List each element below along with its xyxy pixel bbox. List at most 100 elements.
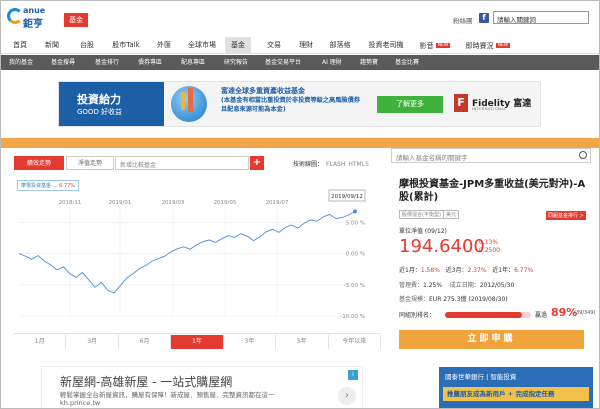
ad-left-title: 新屋網-高雄新屋 - 一站式購屋網 bbox=[60, 375, 233, 389]
main-nav-item[interactable]: 首頁 bbox=[9, 37, 31, 54]
banner-ad[interactable]: 投資給力 GOOD 好收益 富達全球多重資產收益基金 (本基金有相當比重投資於非… bbox=[58, 81, 541, 127]
sub-nav-item[interactable]: 趨勢寶 bbox=[360, 55, 378, 70]
range-option[interactable]: 5年 bbox=[276, 335, 329, 349]
currency-badge[interactable]: 美元 bbox=[443, 210, 460, 219]
anue-logo[interactable]: anue 鉅亨 bbox=[7, 6, 59, 30]
fee-value: 1.25% bbox=[423, 282, 443, 289]
main-nav-label: 台股 bbox=[80, 41, 94, 49]
buy-now-button[interactable]: 立即申購 bbox=[399, 330, 584, 349]
tab-nav-trend[interactable]: 淨值走勢 bbox=[66, 156, 114, 170]
globe-icon bbox=[171, 86, 207, 122]
main-nav-label: 投資老司機 bbox=[368, 41, 404, 49]
orange-divider bbox=[1, 138, 599, 148]
search-icon[interactable] bbox=[579, 151, 587, 159]
main-nav-item[interactable]: 基金 bbox=[225, 37, 251, 54]
x-tick-label: 2019/01 bbox=[109, 200, 132, 206]
tab-performance[interactable]: 績效走勢 bbox=[14, 156, 64, 170]
bottom-ad-right[interactable]: 國泰世華銀行 | 智能投資 推薦朋友成為新用戶 + 完成指定任務 bbox=[439, 367, 593, 408]
range-option[interactable]: 3月 bbox=[66, 335, 119, 349]
nav-label: 單位淨值 (09/12) bbox=[399, 228, 447, 235]
inception-label: 成立日期： bbox=[449, 282, 480, 289]
sub-nav-item[interactable]: 基金交易平台 bbox=[265, 55, 301, 70]
y-tick-label: 0.00 % bbox=[346, 252, 365, 258]
main-nav-item[interactable]: 全球市場 bbox=[184, 37, 220, 54]
range-option[interactable]: 1月 bbox=[14, 335, 67, 349]
main-nav-label: 理財 bbox=[299, 41, 313, 49]
main-nav-label: 首頁 bbox=[13, 41, 27, 49]
range-option[interactable]: 1年 bbox=[171, 335, 224, 349]
sub-nav-item[interactable]: 研究報告 bbox=[224, 55, 248, 70]
ad-arrow-icon[interactable]: › bbox=[338, 387, 356, 405]
sub-nav-item[interactable]: 我的基金 bbox=[9, 55, 33, 70]
banner-left-title: 投資給力 bbox=[77, 93, 121, 106]
main-nav-item[interactable]: 理財 bbox=[293, 37, 319, 54]
series-line bbox=[18, 211, 356, 294]
sub-nav-item[interactable]: 配息專區 bbox=[181, 55, 205, 70]
peer-ranking-link[interactable]: 同組基金排行 > bbox=[546, 211, 586, 220]
fans-label[interactable]: 粉絲團 bbox=[453, 15, 473, 25]
new-badge: NEW bbox=[435, 43, 451, 48]
ret-3m-label: 近3月： bbox=[445, 267, 468, 274]
y-tick-label: -10.00 % bbox=[340, 314, 365, 320]
nav-change: 0.13% 0.2500 bbox=[479, 239, 500, 255]
range-option[interactable]: 今年以來 bbox=[329, 335, 381, 349]
main-nav-label: 即時賽況 bbox=[465, 42, 494, 50]
main-nav-label: 全球市場 bbox=[188, 41, 216, 49]
compare-fund-input[interactable]: 新增比較基金 bbox=[115, 156, 249, 170]
banner-body: (本基金有相當比重投資於非投資等級之高風險債券且配息來源可能為本金) bbox=[221, 97, 360, 113]
fund-type-badge[interactable]: 股債混合(平衡型) bbox=[399, 210, 444, 219]
x-tick-label: 2019/07 bbox=[266, 200, 289, 206]
fund-size-row: 基金規模：EUR 275.3億 (2019/08/30) bbox=[399, 294, 508, 303]
sub-nav-item[interactable]: 債券專區 bbox=[138, 55, 162, 70]
add-compare-button[interactable]: + bbox=[250, 156, 264, 170]
tech-flash-option[interactable]: FLASH bbox=[326, 161, 345, 168]
fund-search-input[interactable]: 請輸入基金名稱的關鍵字 bbox=[391, 148, 591, 163]
ad-left-sub: 輕鬆掌握全台新屋資訊，購屋有保障！新成屋．預售屋．完整資訊都在這一 kh.pri… bbox=[60, 391, 275, 407]
sub-nav: 我的基金 基金搜尋 基金排行 債券專區 配息專區 研究報告 基金交易平台 AI 理財 趨勢寶 基金… bbox=[1, 55, 599, 70]
main-nav-label: 交易 bbox=[267, 41, 281, 49]
fund-info-panel: 摩根投資基金-JPM多重收益(美元對沖)-A股(累計) 股債混合(平衡型) 美元… bbox=[391, 166, 596, 356]
keyword-search-input[interactable]: 請輸入關鍵詞 bbox=[493, 11, 589, 24]
fee-date-row: 管理費：1.25% 成立日期：2012/05/30 bbox=[399, 280, 514, 289]
building-shape bbox=[188, 88, 193, 112]
main-nav-item[interactable]: 部落格 bbox=[324, 37, 356, 54]
nav-change-pct: 0.13% bbox=[479, 239, 499, 246]
main-nav-item[interactable]: 新聞 bbox=[38, 37, 66, 54]
new-badge: NEW bbox=[495, 43, 511, 48]
banner-cta-button[interactable]: 了解更多 bbox=[377, 96, 443, 113]
main-nav-item[interactable]: 投資老司機 bbox=[363, 37, 409, 54]
ret-1m-value: 1.58% bbox=[420, 267, 440, 274]
fund-size-label: 基金規模： bbox=[399, 296, 430, 303]
sub-nav-item[interactable]: AI 理財 bbox=[322, 55, 342, 70]
bottom-ad-left[interactable]: 新屋網-高雄新屋 - 一站式購屋網 輕鬆掌握全台新屋資訊，購屋有保障！新成屋．預… bbox=[41, 366, 363, 408]
main-nav-item[interactable]: 交易 bbox=[261, 37, 287, 54]
range-option[interactable]: 3年 bbox=[224, 335, 277, 349]
banner-left-block: 投資給力 GOOD 好收益 bbox=[59, 82, 164, 126]
main-nav-item[interactable]: 台股 bbox=[73, 37, 101, 54]
range-option[interactable]: 6月 bbox=[119, 335, 172, 349]
fidelity-brand-sub: INTERNATIONAL bbox=[472, 107, 507, 111]
logo-arc-icon bbox=[7, 8, 23, 24]
sub-nav-item[interactable]: 基金排行 bbox=[95, 55, 119, 70]
tooltip-label: 2019/09/12 bbox=[331, 194, 363, 200]
performance-chart[interactable]: 2018/11 2019/01 2019/03 2019/05 2019/07 5.00 … bbox=[15, 188, 381, 328]
tech-chart-switch: 技術線圖： FLASH HTML5 bbox=[293, 159, 369, 168]
section-tag[interactable]: 基金 bbox=[64, 13, 88, 27]
top-header: anue 鉅亨 基金 粉絲團 f 請輸入關鍵詞 bbox=[1, 1, 599, 35]
chart-panel: 績效走勢 淨值走勢 新增比較基金 + 技術線圖： FLASH HTML5 摩根投資基… bbox=[9, 148, 387, 351]
returns-row: 近1月：1.58% 近3月：2.37% 近1年：6.77% bbox=[399, 265, 533, 274]
rank-count: (39/349) bbox=[574, 310, 596, 316]
sub-nav-item[interactable]: 基金搜尋 bbox=[51, 55, 75, 70]
rank-label: 同組別排名： bbox=[399, 312, 436, 319]
ad-info-icon[interactable]: i bbox=[348, 370, 358, 380]
main-nav-item[interactable]: 影音 NEW bbox=[415, 37, 455, 54]
banner-headline: 富達全球多重資產收益基金 bbox=[221, 87, 305, 95]
x-tick-label: 2019/05 bbox=[214, 200, 237, 206]
main-nav-item[interactable]: 外匯 bbox=[151, 37, 177, 54]
facebook-icon[interactable]: f bbox=[479, 13, 489, 23]
sub-nav-item[interactable]: 基金比賽 bbox=[395, 55, 419, 70]
tech-html5-option[interactable]: HTML5 bbox=[348, 161, 369, 168]
main-nav-label: 影音 bbox=[419, 42, 434, 50]
main-nav-item[interactable]: 股市Talk bbox=[108, 37, 144, 54]
main-nav-item[interactable]: 即時賽況 NEW bbox=[462, 37, 514, 54]
